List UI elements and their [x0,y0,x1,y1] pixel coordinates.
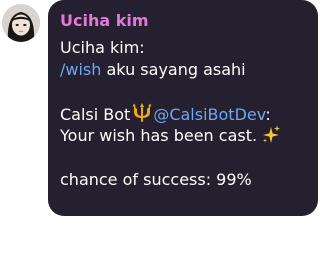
bot-handle-link[interactable]: @CalsiBotDev [153,105,265,124]
result-text: Your wish has been cast. [60,126,258,145]
avatar-image [2,4,40,42]
bot-name: Calsi Bot [60,105,131,124]
chat-message: Uciha kim Uciha kim: /wish aku sayang as… [0,0,320,262]
chance-text: chance of success: 99% [60,170,252,189]
bot-line: Calsi Bot @CalsiBotDev: [60,103,306,125]
result-line: Your wish has been cast. [60,125,306,147]
avatar[interactable] [2,4,40,42]
sparkles-icon [261,125,281,151]
command-link[interactable]: /wish [60,60,101,79]
message-bubble: Uciha kim Uciha kim: /wish aku sayang as… [48,0,318,216]
quoted-author: Uciha kim: [60,38,145,57]
command-line: /wish aku sayang asahi [60,59,306,81]
sender-name[interactable]: Uciha kim [60,11,306,31]
bot-handle-suffix: : [265,105,271,124]
command-text: aku sayang asahi [101,60,246,79]
